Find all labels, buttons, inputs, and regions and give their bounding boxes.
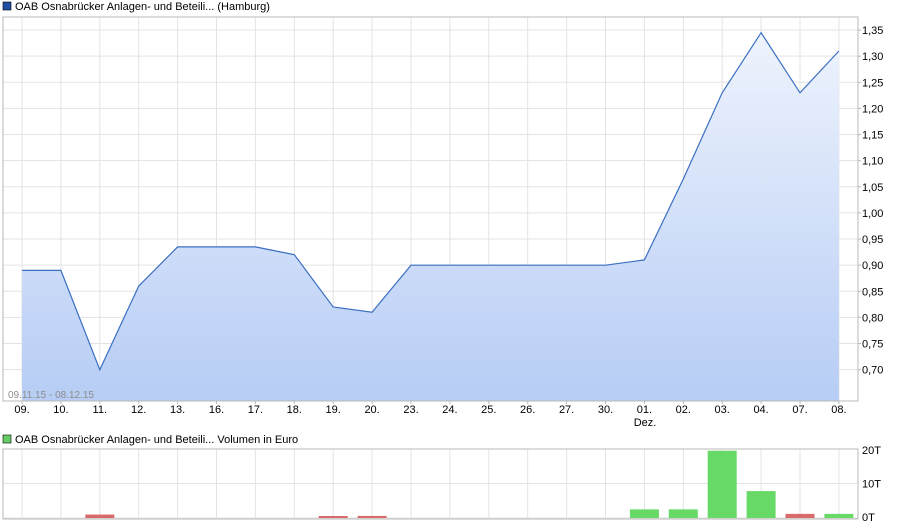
volume-bar: [668, 509, 698, 518]
price-y-tick-label: 1,10: [862, 156, 883, 168]
price-x-tick-label: 03.: [715, 404, 730, 416]
price-y-tick-label: 0,85: [862, 286, 883, 298]
volume-y-tick-label: 0T: [862, 512, 875, 524]
volume-bar: [318, 516, 348, 518]
price-x-tick-label: 16.: [209, 404, 224, 416]
price-x-tick-label: 20.: [364, 404, 379, 416]
price-x-tick-label: 10.: [53, 404, 68, 416]
price-x-tick-label: 01.: [637, 404, 652, 416]
price-x-tick-label: 07.: [792, 404, 807, 416]
chart-canvas: OAB Osnabrücker Anlagen- und Beteili... …: [2, 1, 883, 524]
price-y-tick-label: 0,75: [862, 339, 883, 351]
price-x-tick-label: 25.: [481, 404, 496, 416]
volume-bar: [785, 513, 815, 518]
volume-y-tick-label: 20T: [862, 445, 881, 457]
price-legend-label: OAB Osnabrücker Anlagen- und Beteili... …: [15, 1, 270, 13]
price-y-tick-label: 1,30: [862, 51, 883, 63]
volume-y-ticks: 20T 10T 0T: [862, 445, 881, 524]
price-y-tick-label: 1,00: [862, 208, 883, 220]
price-x-tick-label: 18.: [287, 404, 302, 416]
price-y-tick-label: 1,05: [862, 182, 883, 194]
price-x-tick-label: 23.: [403, 404, 418, 416]
volume-bar: [824, 513, 854, 518]
price-x-tick-label: 12.: [131, 404, 146, 416]
price-x-tick-label: 26.: [520, 404, 535, 416]
volume-bar: [357, 515, 387, 518]
price-x-tick-label: 04.: [753, 404, 768, 416]
price-x-tick-label: 17.: [248, 404, 263, 416]
volume-bars: [85, 450, 854, 518]
price-x-ticks: 09. 10. 11. 12. 13. 16. 17. 18. 19. 20. 23. 24. 25. 2…: [14, 401, 847, 416]
price-y-tick-label: 1,20: [862, 103, 883, 115]
price-x-tick-label: 30.: [598, 404, 613, 416]
price-y-tick-label: 1,25: [862, 77, 883, 89]
price-y-tick-label: 0,90: [862, 260, 883, 272]
price-x-tick-label: 02.: [676, 404, 691, 416]
volume-bar: [85, 514, 115, 518]
price-x-tick-label: 09.: [14, 404, 29, 416]
volume-legend-swatch: [2, 434, 12, 444]
volume-legend-label: OAB Osnabrücker Anlagen- und Beteili... …: [15, 434, 298, 446]
price-x-tick-label: 08.: [831, 404, 846, 416]
price-area: [22, 32, 839, 401]
price-x-tick-label: 13.: [170, 404, 185, 416]
price-y-tick-label: 1,15: [862, 130, 883, 142]
volume-bar: [746, 491, 776, 518]
month-label: Dez.: [634, 417, 657, 429]
price-y-tick-label: 1,35: [862, 25, 883, 37]
price-y-tick-label: 0,95: [862, 234, 883, 246]
price-x-tick-label: 19.: [326, 404, 341, 416]
price-x-tick-label: 24.: [442, 404, 457, 416]
volume-bar: [707, 450, 737, 518]
price-y-tick-label: 0,80: [862, 312, 883, 324]
volume-y-tick-label: 10T: [862, 479, 881, 491]
price-x-tick-label: 11.: [93, 404, 107, 416]
volume-bar: [629, 509, 659, 518]
date-range-label: 09.11.15 - 08.12.15: [8, 390, 94, 401]
price-legend-swatch: [2, 1, 12, 11]
price-y-tick-label: 0,70: [862, 365, 883, 377]
price-x-tick-label: 27.: [559, 404, 574, 416]
price-y-ticks: 1,35 1,30 1,25 1,20 1,15 1,10 1,05 1,00 0,95 0,90…: [858, 25, 883, 377]
